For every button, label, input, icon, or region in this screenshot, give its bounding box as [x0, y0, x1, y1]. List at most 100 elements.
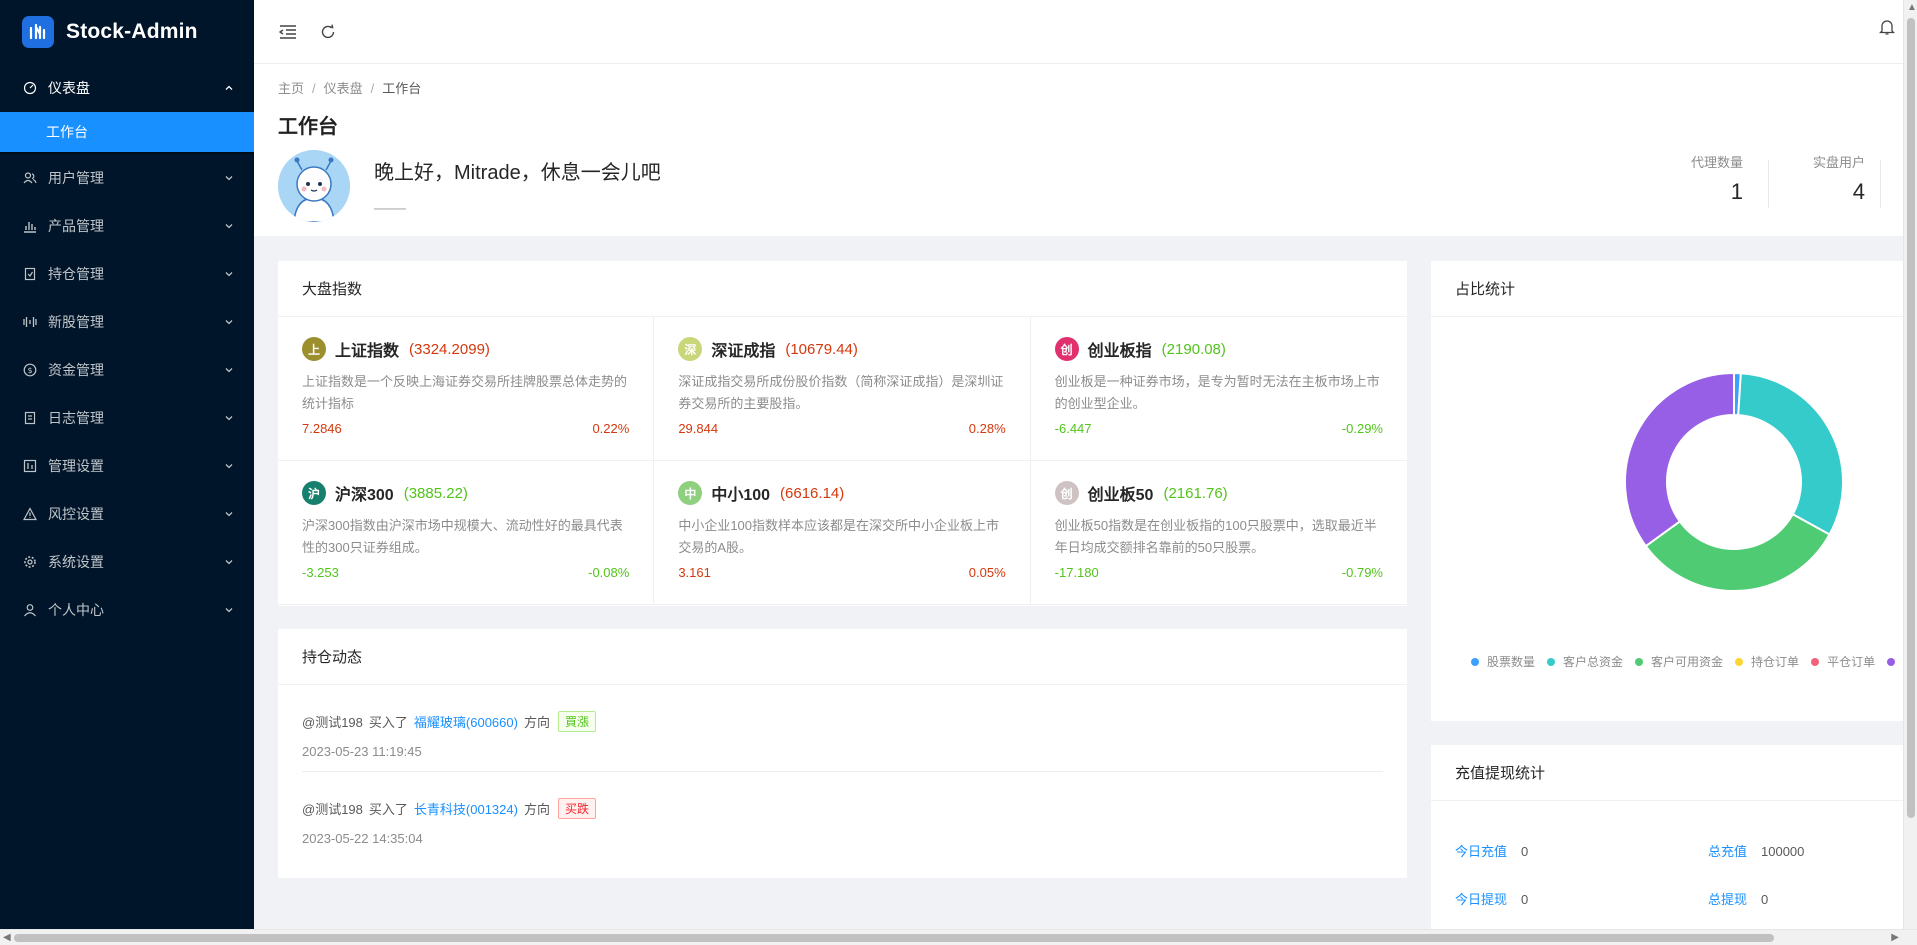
position-icon	[22, 266, 38, 282]
index-header: 创创业板50 (2161.76)	[1054, 481, 1383, 505]
index-change-percent: -0.08%	[588, 565, 630, 580]
index-header: 沪沪深300 (3885.22)	[302, 481, 629, 505]
activity-action: 买入了	[368, 715, 408, 730]
index-change: 3.161	[678, 565, 711, 580]
scroll-left-icon[interactable]: ◀	[3, 932, 11, 943]
index-description: 创业板50指数是在创业板指的100只股票中，选取最近半年日均成交额排名靠前的50…	[1054, 518, 1377, 555]
today-withdraw: 今日提现 0	[1455, 889, 1528, 908]
sidebar-group-label: 管理设置	[48, 458, 104, 474]
index-cell[interactable]: 创创业板指 (2190.08) 创业板是一种证券市场，是专为暂时无法在主板市场上市的…	[1030, 317, 1407, 461]
activity-stock-link[interactable]: 福耀玻璃(600660)	[414, 712, 518, 731]
ipo-icon	[22, 314, 38, 330]
donut-slice-1[interactable]	[1737, 372, 1844, 536]
legend-item[interactable]: 持仓订单	[1735, 653, 1799, 670]
sidebar-item-workbench[interactable]: 工作台	[0, 112, 254, 152]
sidebar-group-6[interactable]: 日志管理	[0, 394, 254, 442]
bell-icon[interactable]	[1878, 18, 1896, 41]
index-change: 7.2846	[302, 421, 342, 436]
index-cell[interactable]: 沪沪深300 (3885.22) 沪深300指数由沪深市场中规模大、流动性好的最具代…	[278, 461, 655, 605]
today-withdraw-label[interactable]: 今日提现	[1455, 892, 1507, 907]
index-footer: -17.180 -0.79%	[1055, 565, 1383, 580]
sidebar-group-9[interactable]: 系统设置	[0, 538, 254, 586]
index-change: -6.447	[1054, 421, 1092, 436]
sidebar-group-4[interactable]: 新股管理	[0, 298, 254, 346]
breadcrumb-parent[interactable]: 仪表盘	[324, 81, 363, 96]
index-footer: 29.844 0.28%	[678, 421, 1005, 436]
gear-icon	[22, 554, 38, 570]
sidebar-group-10[interactable]: 个人中心	[0, 586, 254, 634]
sidebar-group-5[interactable]: $ 资金管理	[0, 346, 254, 394]
index-change: -3.253	[302, 565, 339, 580]
position-activity-card: 持仓动态 @测试198 买入了 福耀玻璃(600660) 方向 買漲 2023-05-23…	[278, 629, 1407, 878]
dashboard-submenu: 工作台	[0, 112, 254, 154]
activity-line: @测试198 买入了 长青科技(001324) 方向 买跌	[302, 798, 1383, 819]
index-cell[interactable]: 上上证指数 (3324.2099) 上证指数是一个反映上海证券交易所挂牌股票总体走势…	[278, 317, 655, 461]
index-cell[interactable]: 中中小100 (6616.14) 中小企业100指数样本应该都是在深交所中小企业板上…	[654, 461, 1031, 605]
sidebar-group-2[interactable]: 产品管理	[0, 202, 254, 250]
sidebar-group-1[interactable]: 用户管理	[0, 154, 254, 202]
sidebar-group-3[interactable]: 持仓管理	[0, 250, 254, 298]
refresh-icon[interactable]	[316, 20, 340, 44]
index-name: 创业板50	[1087, 487, 1154, 504]
index-cell[interactable]: 创创业板50 (2161.76) 创业板50指数是在创业板指的100只股票中，选取最…	[1030, 461, 1407, 605]
index-cell[interactable]: 深深证成指 (10679.44) 深证成指交易所成份股价指数（简称深证成指）是深圳证…	[654, 317, 1031, 461]
legend-dot	[1471, 657, 1479, 666]
activity-stock-link[interactable]: 长青科技(001324)	[414, 799, 518, 818]
today-recharge-label[interactable]: 今日充值	[1455, 844, 1507, 859]
total-withdraw-label[interactable]: 总提现	[1708, 892, 1747, 907]
stat-divider	[1880, 160, 1881, 208]
index-badge: 深	[678, 337, 703, 361]
sidebar-group-8[interactable]: 风控设置	[0, 490, 254, 538]
donut-slice-5[interactable]	[1624, 371, 1735, 548]
logo-icon	[22, 16, 54, 48]
collapse-menu-icon[interactable]	[276, 20, 300, 44]
index-change-percent: 0.28%	[968, 421, 1006, 436]
user-icon	[22, 602, 38, 618]
activity-time: 2023-05-22 14:35:04	[302, 831, 423, 846]
index-change: 29.844	[678, 421, 719, 436]
horizontal-scrollbar[interactable]: ◀ ▶	[0, 929, 1917, 945]
total-recharge-label[interactable]: 总充值	[1708, 844, 1747, 859]
index-name: 中小100	[711, 487, 771, 504]
vertical-scroll-thumb[interactable]	[1907, 18, 1915, 818]
activity-item: @测试198 买入了 福耀玻璃(600660) 方向 買漲 2023-05-23 11:1…	[302, 685, 1383, 772]
scroll-right-icon[interactable]: ▶	[1891, 932, 1899, 943]
stat-label: 代理数量	[1690, 155, 1743, 170]
log-icon	[22, 410, 38, 426]
chevron-down-icon	[224, 605, 234, 615]
index-badge: 中	[678, 481, 703, 505]
horizontal-scroll-thumb[interactable]	[14, 934, 1774, 942]
legend-item[interactable]	[1887, 653, 1903, 670]
sidebar-group-0[interactable]: 仪表盘	[0, 64, 254, 112]
activity-time: 2023-05-23 11:19:45	[302, 744, 422, 759]
index-name: 沪深300	[335, 487, 394, 504]
index-value: (6616.14)	[780, 484, 845, 502]
index-header: 深深证成指 (10679.44)	[678, 337, 1005, 361]
vertical-scrollbar[interactable]: ▲	[1903, 0, 1917, 929]
sidebar-group-label: 用户管理	[48, 170, 104, 186]
ratio-stats-card: 占比统计 股票数量 客户总资金 客户可用资金 持仓订单 平仓订单	[1431, 261, 1903, 721]
stat-divider	[1768, 160, 1769, 208]
index-header: 中中小100 (6616.14)	[678, 481, 1005, 505]
sidebar-group-7[interactable]: 管理设置	[0, 442, 254, 490]
chevron-down-icon	[224, 413, 234, 423]
total-withdraw-value: 0	[1761, 892, 1769, 907]
index-value: (2190.08)	[1161, 340, 1226, 358]
breadcrumb: 主页 / 仪表盘 / 工作台	[278, 78, 421, 97]
index-footer: 3.161 0.05%	[678, 565, 1005, 580]
index-value: (10679.44)	[785, 340, 858, 358]
sidebar-group-label: 日志管理	[48, 410, 104, 426]
scroll-up-icon[interactable]: ▲	[1907, 2, 1917, 13]
legend-item[interactable]: 客户总资金	[1547, 653, 1623, 670]
app-logo[interactable]: Stock-Admin	[0, 0, 254, 64]
breadcrumb-home[interactable]: 主页	[278, 81, 304, 96]
legend-item[interactable]: 平仓订单	[1811, 653, 1875, 670]
index-footer: -3.253 -0.08%	[302, 565, 629, 580]
greeting-subline: ——	[374, 200, 406, 217]
sidebar-group-label: 资金管理	[48, 362, 104, 378]
legend-item[interactable]: 股票数量	[1471, 653, 1535, 670]
chart-legend: 股票数量 客户总资金 客户可用资金 持仓订单 平仓订单	[1471, 653, 1903, 670]
legend-dot	[1735, 657, 1744, 666]
stat-value: 1	[1730, 179, 1743, 204]
legend-item[interactable]: 客户可用资金	[1635, 653, 1723, 670]
